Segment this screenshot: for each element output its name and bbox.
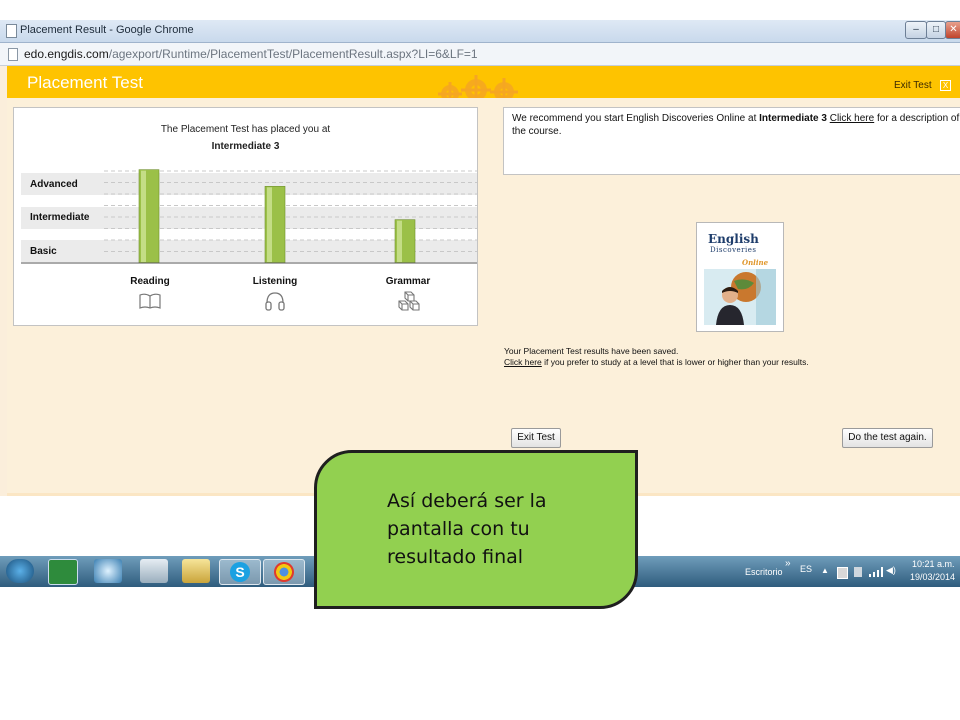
volume-icon[interactable]: ◀) — [886, 565, 896, 576]
saved-line: Your Placement Test results have been sa… — [504, 346, 679, 356]
blocks-icon — [398, 291, 420, 311]
gears-decoration-icon — [438, 75, 518, 98]
redo-test-button[interactable]: Do the test again. — [842, 428, 933, 448]
skill-label-grammar: Grammar — [385, 276, 431, 287]
tray-expand-icon[interactable]: ▲ — [821, 566, 829, 575]
recommendation-panel: We recommend you start English Discoveri… — [503, 107, 960, 175]
course-book-image: English Discoveries Online — [696, 222, 784, 332]
window-title: Placement Result - Google Chrome — [20, 24, 194, 36]
chart-bar-highlight — [141, 170, 146, 262]
book-title-online: Online — [742, 258, 769, 267]
url-path: /agexport/Runtime/PlacementTest/Placemen… — [108, 47, 478, 61]
url-host: edo.engdis.com — [24, 47, 109, 61]
results-panel: The Placement Test has placed you at Int… — [13, 107, 478, 326]
results-saved-message: Your Placement Test results have been sa… — [504, 346, 809, 368]
rec-description-link[interactable]: Click here — [830, 113, 874, 124]
chart-bar-highlight — [267, 187, 272, 262]
change-level-link[interactable]: Click here — [504, 357, 542, 367]
chrome-task-icon[interactable] — [263, 559, 305, 585]
flag-icon[interactable] — [837, 567, 848, 579]
skill-label-listening: Listening — [252, 276, 298, 287]
rec-before: We recommend you start English Discoveri… — [512, 113, 760, 124]
callout-box: Así deberá ser la pantalla con tu result… — [314, 450, 638, 609]
address-bar[interactable]: edo.engdis.com/agexport/Runtime/Placemen… — [0, 43, 960, 66]
recommendation-text: We recommend you start English Discoveri… — [512, 112, 960, 138]
exit-test-button[interactable]: Exit Test — [511, 428, 561, 448]
rec-level: Intermediate 3 — [759, 113, 827, 124]
clock-date[interactable]: 19/03/2014 — [910, 572, 955, 582]
language-indicator[interactable]: ES — [800, 564, 812, 574]
url-text[interactable]: edo.engdis.com/agexport/Runtime/Placemen… — [24, 47, 478, 61]
book-title-discoveries: Discoveries — [710, 246, 757, 254]
signal-icon[interactable] — [869, 567, 883, 577]
exit-test-link[interactable]: Exit Test — [894, 80, 932, 91]
page-icon — [8, 48, 18, 61]
book-cover-illustration — [716, 269, 776, 325]
start-button-icon[interactable] — [6, 559, 34, 583]
app-header: Placement Test Exit Test X — [7, 66, 960, 98]
window-title-bar: Placement Result - Google Chrome – □ ✕ — [0, 20, 960, 43]
desktop-toolbar-label[interactable]: Escritorio — [745, 567, 783, 577]
stock-app-icon[interactable] — [48, 559, 78, 585]
page-title: Placement Test — [27, 73, 143, 92]
callout-text: Así deberá ser la pantalla con tu result… — [387, 490, 547, 568]
skype-icon[interactable]: S — [219, 559, 261, 585]
headphones-icon — [265, 292, 285, 311]
wifi-app-icon[interactable] — [94, 559, 122, 583]
toolbar-chevron[interactable]: » — [785, 558, 791, 569]
minimize-button[interactable]: – — [905, 21, 927, 39]
clock-time[interactable]: 10:21 a.m. — [912, 559, 955, 569]
close-window-button[interactable]: ✕ — [945, 21, 960, 39]
page-icon — [6, 24, 17, 38]
main-content: The Placement Test has placed you at Int… — [7, 98, 960, 493]
calculator-icon[interactable] — [140, 559, 168, 583]
folder-icon[interactable] — [182, 559, 210, 583]
skill-label-reading: Reading — [130, 276, 170, 287]
chart-bar-highlight — [397, 220, 402, 262]
saved-line2: if you prefer to study at a level that i… — [541, 357, 809, 367]
book-icon — [139, 293, 161, 309]
book-title-english: English — [708, 232, 759, 246]
network-icon[interactable] — [854, 567, 862, 577]
close-icon[interactable]: X — [940, 80, 951, 91]
maximize-button[interactable]: □ — [926, 21, 946, 39]
